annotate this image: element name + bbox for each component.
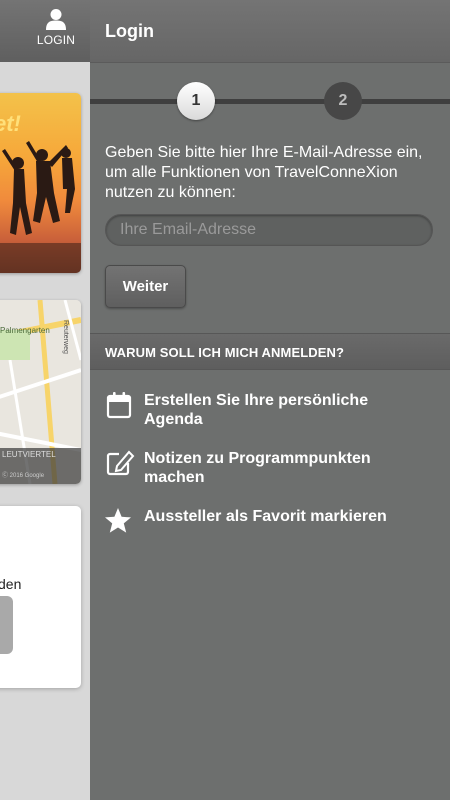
feature-favorites-text: Aussteller als Favorit markieren <box>144 508 387 525</box>
why-register-header: WARUM SOLL ICH MICH ANMELDEN? <box>90 333 450 370</box>
map-caption-text: LEUTVIERTEL <box>2 450 56 459</box>
edit-icon <box>106 450 135 476</box>
info-card: den <box>0 506 81 688</box>
login-stepper: 1 2 <box>90 82 450 122</box>
why-register-title: WARUM SOLL ICH MICH ANMELDEN? <box>105 345 345 360</box>
info-card-button[interactable] <box>0 596 13 654</box>
next-button[interactable]: Weiter <box>105 265 186 308</box>
feature-notes-text: Notizen zu Programmpunkten machen <box>144 450 371 486</box>
map-label-street: Reuterweg <box>62 320 69 354</box>
page-title: Login <box>105 21 154 41</box>
event-photo-card[interactable]: et! <box>0 93 81 273</box>
stepper-line <box>90 99 450 104</box>
user-icon <box>46 9 66 30</box>
login-button[interactable]: LOGIN <box>30 4 82 58</box>
feature-agenda-text: Erstellen Sie Ihre persönliche Agenda <box>144 392 369 428</box>
step-2: 2 <box>324 82 362 120</box>
map-label-palmengarten: Palmengarten <box>0 326 50 335</box>
step-1: 1 <box>177 82 215 120</box>
map-caption-bar: LEUTVIERTEL Ⓒ 2016 Google <box>0 448 81 484</box>
star-icon <box>105 508 131 533</box>
map-copyright: Ⓒ 2016 Google <box>2 473 45 479</box>
panel-header: Login <box>90 0 450 63</box>
background-app: LOGIN et! <box>0 0 90 800</box>
login-label: LOGIN <box>36 33 76 47</box>
info-card-text: den <box>0 576 22 592</box>
intro-text: Geben Sie bitte hier Ihre E-Mail-Adresse… <box>105 144 423 201</box>
email-input[interactable] <box>105 214 433 246</box>
login-panel: Login 1 2 Geben Sie bitte hier Ihre E-Ma… <box>90 0 450 800</box>
app-header: LOGIN <box>0 0 90 62</box>
people-silhouette-image <box>0 141 81 273</box>
map-card[interactable]: Palmengarten Reuterweg LEUTVIERTEL Ⓒ 201… <box>0 300 81 484</box>
calendar-icon <box>106 392 132 419</box>
